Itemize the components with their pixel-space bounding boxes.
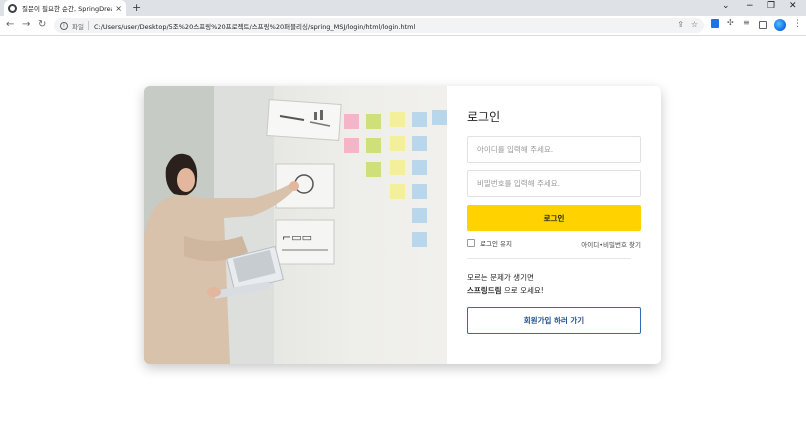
- login-card: ⌐▭▭ 로그인 아이디를 입력해 주세요. 로그인 로그인 유지 아이디•비밀번…: [144, 86, 661, 364]
- url-separator: [87, 21, 89, 30]
- id-input[interactable]: [467, 136, 641, 163]
- star-icon[interactable]: ☆: [691, 20, 698, 29]
- close-tab-icon[interactable]: ×: [115, 4, 122, 13]
- globe-icon: [8, 3, 17, 13]
- reload-button[interactable]: ↻: [38, 19, 46, 30]
- kebab-menu-icon[interactable]: ⋮: [793, 19, 802, 29]
- tab-search-icon[interactable]: ⌄: [722, 1, 730, 11]
- signup-button[interactable]: 회원가입 하러 가기: [467, 307, 641, 334]
- chart-paper: [266, 98, 342, 142]
- browser-tab[interactable]: 질문이 필요한 순간, SpringDrea ×: [4, 0, 126, 16]
- login-button[interactable]: 로그인: [467, 205, 641, 231]
- svg-text:⌐▭▭: ⌐▭▭: [282, 231, 312, 244]
- forward-button[interactable]: →: [22, 19, 30, 30]
- tab-title: 질문이 필요한 순간, SpringDrea: [22, 5, 113, 13]
- brand-name: 스프링드림: [467, 286, 502, 295]
- keep-login-option[interactable]: 로그인 유지: [467, 238, 512, 248]
- media-control-icon[interactable]: ≡: [743, 18, 750, 27]
- login-panel: 로그인 로그인 로그인 유지 아이디•비밀번호 찾기 모르는 문제가 생기면 스…: [447, 86, 661, 364]
- puzzle-icon[interactable]: ✣: [727, 18, 734, 27]
- share-icon[interactable]: ⇪: [677, 20, 684, 29]
- divider: [467, 258, 631, 259]
- keep-login-label: 로그인 유지: [480, 240, 512, 248]
- help-text-line1: 모르는 문제가 생기면: [467, 273, 534, 282]
- back-button[interactable]: ←: [6, 19, 14, 30]
- restore-button[interactable]: ❐: [767, 1, 775, 11]
- url-text[interactable]: C:/Users/user/Desktop/5조%20스프링%20프로젝트/스프…: [94, 21, 415, 31]
- find-account-link[interactable]: 아이디•비밀번호 찾기: [581, 239, 641, 249]
- url-scheme-label: 파일: [72, 22, 84, 31]
- help-text-line2: 스프링드림 으로 오세요!: [467, 285, 544, 296]
- browser-toolbar: ← → ↻ i 파일 C:/Users/user/Desktop/5조%20스프…: [0, 16, 806, 36]
- new-tab-button[interactable]: +: [132, 1, 141, 14]
- minimize-button[interactable]: −: [746, 1, 754, 11]
- close-window-button[interactable]: ✕: [789, 1, 797, 11]
- login-title: 로그인: [467, 110, 501, 124]
- profile-avatar-icon[interactable]: [774, 19, 786, 31]
- keep-login-checkbox[interactable]: [467, 239, 475, 247]
- password-input[interactable]: [467, 170, 641, 197]
- hero-photo: ⌐▭▭: [144, 86, 447, 364]
- woman-sticky-notes-illustration: ⌐▭▭: [144, 86, 447, 364]
- help-text-line2-rest: 으로 오세요!: [501, 286, 544, 295]
- side-panel-icon[interactable]: [759, 21, 767, 29]
- tab-strip: 질문이 필요한 순간, SpringDrea × + ⌄ − ❐ ✕: [0, 0, 806, 16]
- address-bar[interactable]: i 파일 C:/Users/user/Desktop/5조%20스프링%20프로…: [54, 18, 704, 33]
- download-icon[interactable]: [711, 19, 719, 28]
- info-icon[interactable]: i: [60, 21, 68, 30]
